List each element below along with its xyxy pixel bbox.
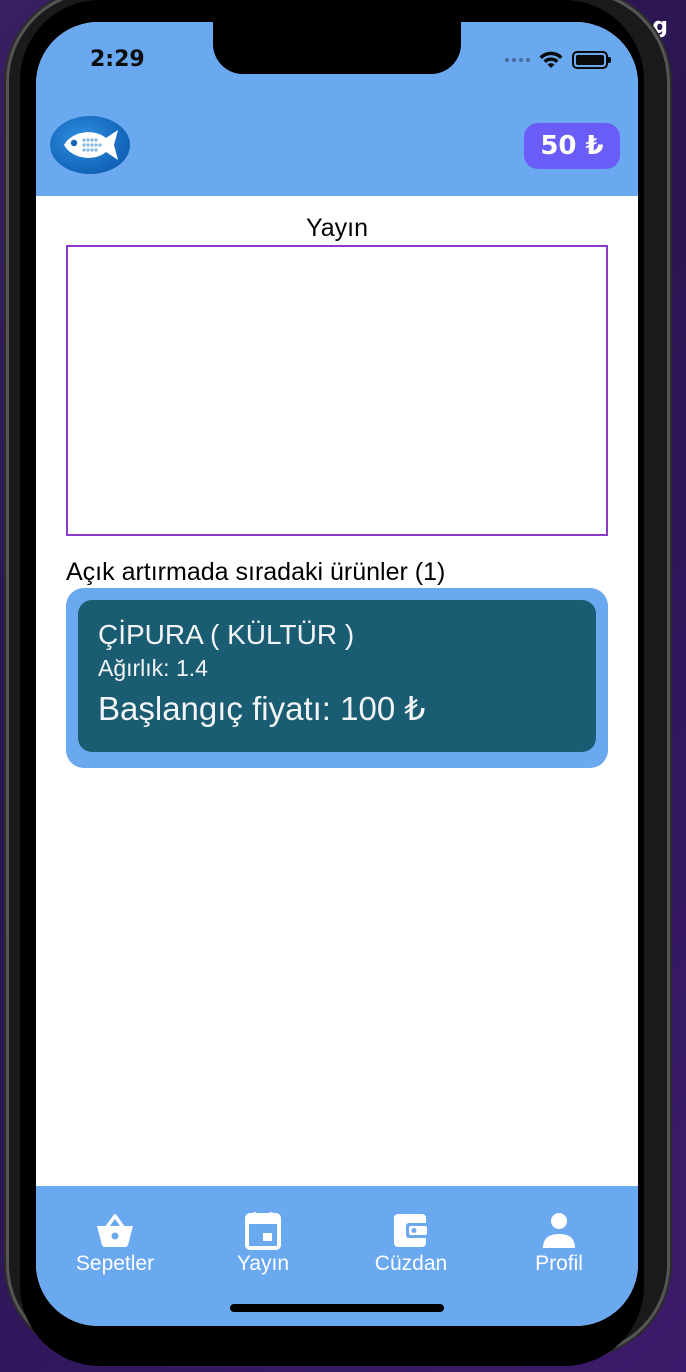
product-card[interactable]: ÇİPURA ( KÜLTÜR ) Ağırlık: 1.4 Başlangıç…: [66, 588, 608, 768]
battery-icon: [572, 51, 611, 69]
camera-notch: [213, 22, 461, 74]
queue-title: Açık artırmada sıradaki ürünler (1): [66, 558, 446, 586]
wifi-icon: [539, 51, 563, 68]
balance-badge[interactable]: 50 ₺: [524, 123, 620, 169]
product-weight: Ağırlık: 1.4: [98, 655, 208, 681]
calendar-icon: [245, 1212, 281, 1250]
person-icon: [543, 1213, 575, 1248]
signal-dots-icon: [505, 58, 530, 62]
basket-icon: [97, 1214, 133, 1247]
tab-label-profil: Profil: [535, 1252, 583, 1275]
status-time: 2:29: [90, 47, 145, 72]
stream-title: Yayın: [305, 214, 369, 242]
tab-sepetler[interactable]: Sepetler: [50, 1210, 180, 1326]
tab-label-sepetler: Sepetler: [75, 1252, 155, 1275]
tab-label-yayin: Yayın: [236, 1252, 290, 1275]
fish-logo-icon[interactable]: [50, 116, 130, 174]
tab-label-cuzdan: Cüzdan: [374, 1252, 448, 1275]
product-name: ÇİPURA ( KÜLTÜR ): [98, 619, 355, 650]
app-screen: 2:29 50 ₺ Yayın Açık artırmada sıradaki …: [36, 22, 638, 1326]
tab-profil[interactable]: Profil: [494, 1210, 624, 1326]
stream-player[interactable]: [66, 245, 608, 536]
product-card-content: ÇİPURA ( KÜLTÜR ) Ağırlık: 1.4 Başlangıç…: [78, 600, 596, 752]
status-icons: [505, 50, 611, 70]
wallet-icon: [394, 1214, 430, 1247]
home-indicator[interactable]: [230, 1304, 444, 1312]
product-price: Başlangıç fiyatı: 100 ₺: [98, 690, 426, 727]
